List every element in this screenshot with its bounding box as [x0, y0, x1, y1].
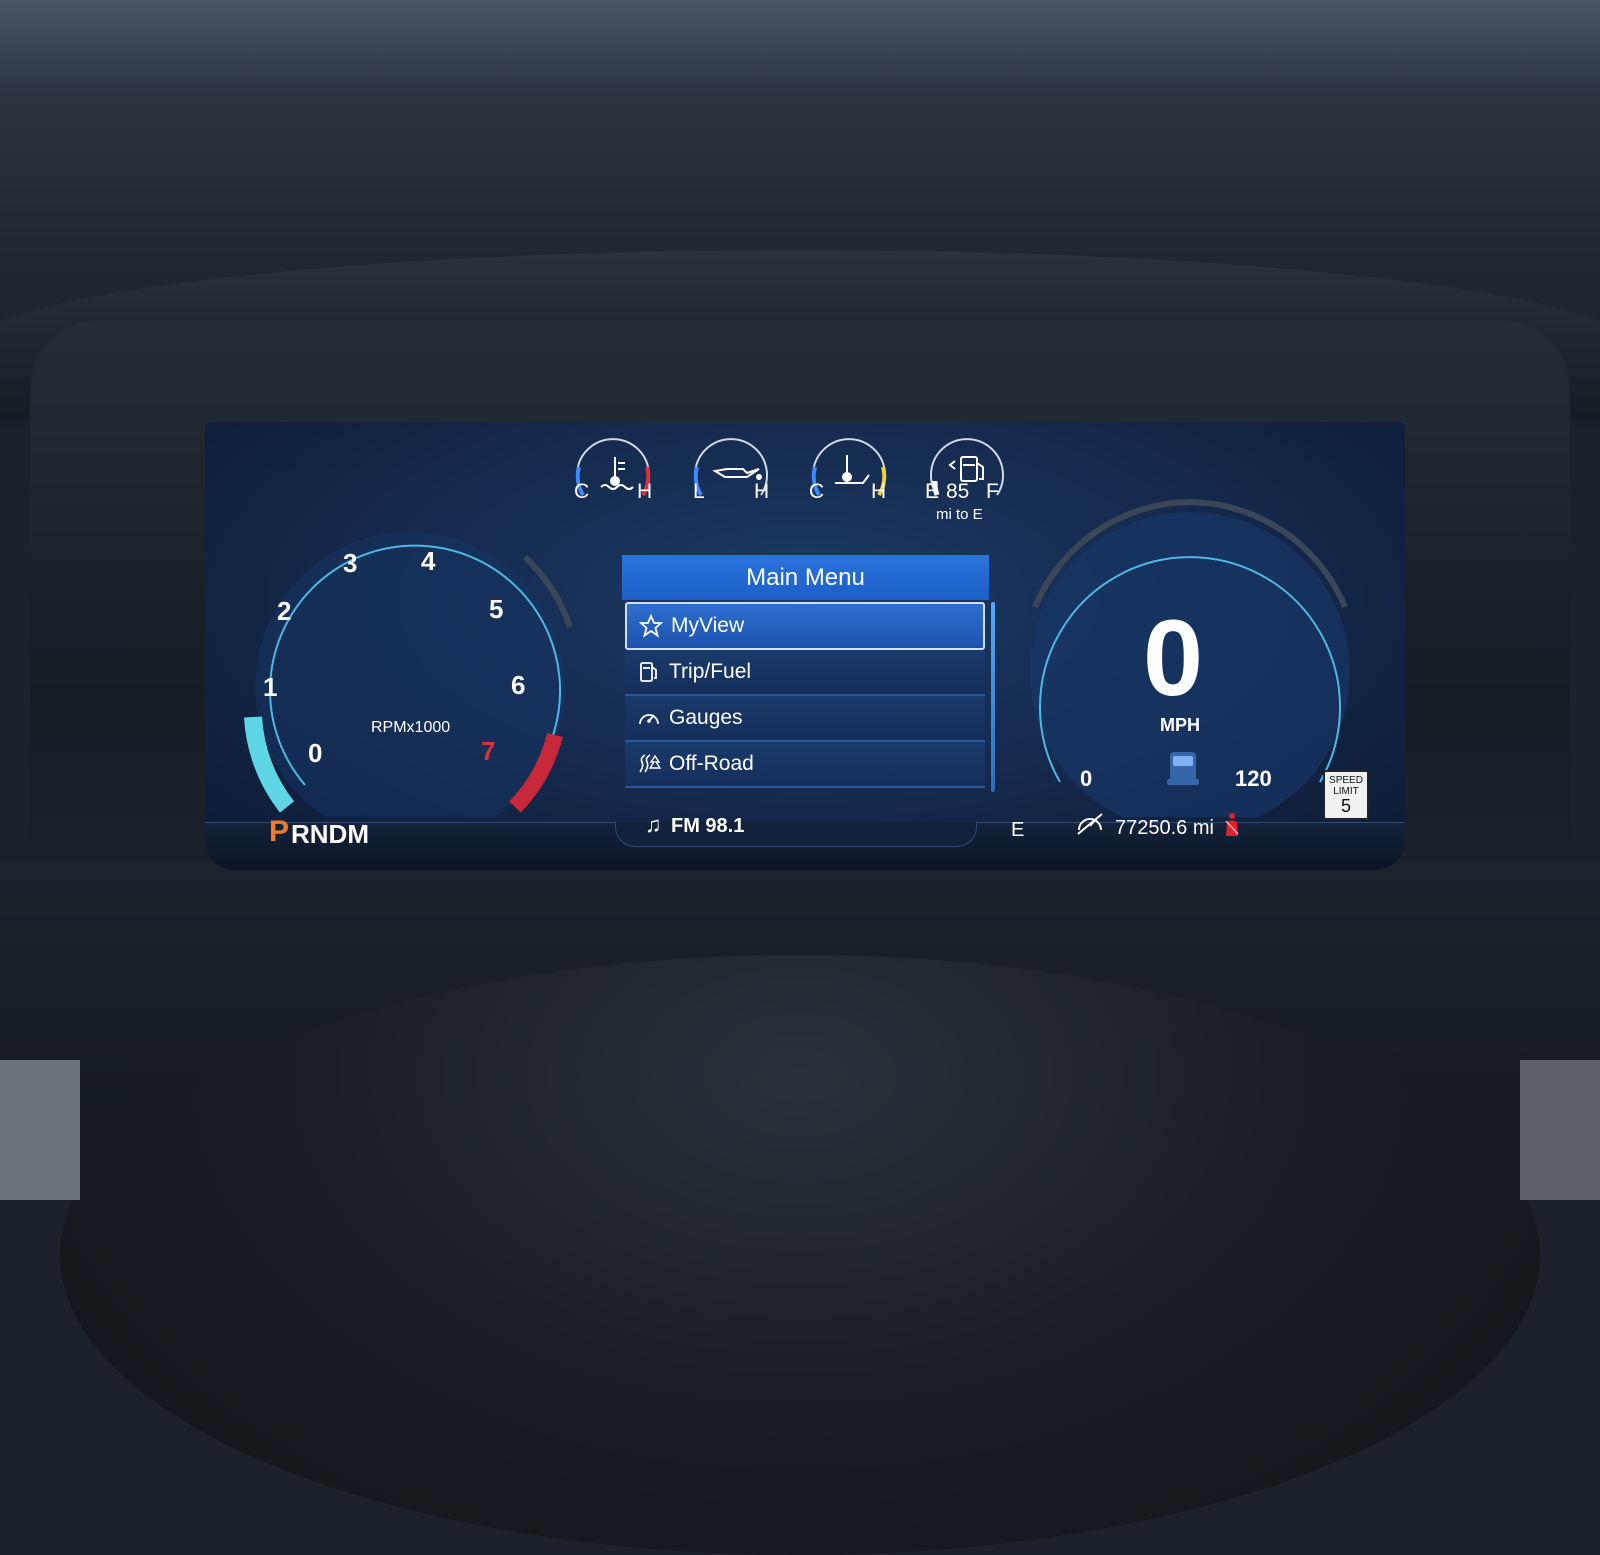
trans-high-label: H	[871, 480, 887, 503]
odometer: 77250.6 mi	[1115, 817, 1214, 839]
coolant-temp-icon	[600, 457, 634, 490]
rpm-tick-1: 1	[263, 672, 278, 702]
compass-heading: E	[1011, 819, 1025, 841]
speed-limit-value: 5	[1340, 796, 1351, 816]
fuel-empty-label: E	[925, 480, 940, 503]
vehicle-status-icon	[1167, 752, 1199, 785]
gear-selected: P	[269, 815, 290, 848]
seatbelt-warning-icon	[1225, 813, 1239, 836]
rpm-unit-label: RPMx1000	[371, 719, 451, 736]
menu-item-myview[interactable]: MyView	[625, 602, 985, 650]
rpm-tick-5: 5	[489, 594, 504, 624]
tachometer	[244, 532, 573, 817]
speed-limit-label-1: SPEED	[1329, 775, 1363, 786]
rpm-tick-2: 2	[277, 596, 292, 626]
steering-wheel-left-edge	[0, 1060, 80, 1200]
fuel-icon	[640, 662, 657, 682]
auto-start-stop-off-icon	[1077, 813, 1103, 835]
menu-item-gauges-label: Gauges	[669, 706, 743, 729]
speed-limit-sign: SPEED LIMIT 5	[1323, 770, 1369, 820]
rpm-tick-6: 6	[511, 670, 526, 700]
music-note-icon: ♫	[645, 812, 662, 837]
menu-item-trip-fuel-label: Trip/Fuel	[669, 660, 752, 683]
steering-wheel	[60, 955, 1540, 1555]
menu-item-gauges[interactable]: Gauges	[625, 696, 985, 742]
menu-item-myview-label: MyView	[671, 614, 745, 637]
speed-unit: MPH	[1160, 715, 1200, 735]
oil-low-label: L	[693, 480, 705, 503]
oil-pressure-icon	[712, 468, 762, 480]
media-notch	[615, 822, 977, 847]
media-source: FM 98.1	[671, 815, 745, 837]
fuel-range-label: mi to E	[936, 506, 983, 523]
speed-max-label: 120	[1235, 766, 1272, 791]
transmission-temp-icon	[835, 455, 870, 484]
menu-item-off-road[interactable]: Off-Road	[625, 742, 985, 788]
star-icon	[639, 614, 663, 638]
rpm-tick-7: 7	[481, 736, 496, 766]
speed-min-label: 0	[1080, 766, 1093, 791]
rpm-tick-0: 0	[308, 738, 323, 768]
gear-options: RNDM	[291, 819, 369, 849]
oil-high-label: H	[754, 480, 770, 503]
fuel-pump-icon	[948, 456, 984, 482]
menu-item-off-road-label: Off-Road	[669, 752, 754, 775]
trans-low-label: C	[809, 480, 825, 503]
rpm-tick-3: 3	[343, 548, 358, 578]
main-menu: Main Menu MyView Trip/Fuel Gauges Off-Ro…	[617, 555, 993, 790]
gauge-icon	[639, 714, 659, 725]
menu-item-trip-fuel[interactable]: Trip/Fuel	[625, 650, 985, 696]
off-road-icon	[639, 754, 661, 773]
main-menu-title: Main Menu	[622, 555, 989, 600]
instrument-cluster-screen: C H L H C H E 85 F mi to E 0 1 2 3 4 5 6…	[205, 422, 1405, 870]
steering-wheel-right-edge	[1520, 1060, 1600, 1200]
speed-readout: 0	[1143, 597, 1204, 718]
rpm-tick-4: 4	[421, 546, 436, 576]
coolant-low-label: C	[574, 480, 590, 503]
fuel-range-value: 85	[946, 480, 970, 503]
coolant-high-label: H	[637, 480, 653, 503]
